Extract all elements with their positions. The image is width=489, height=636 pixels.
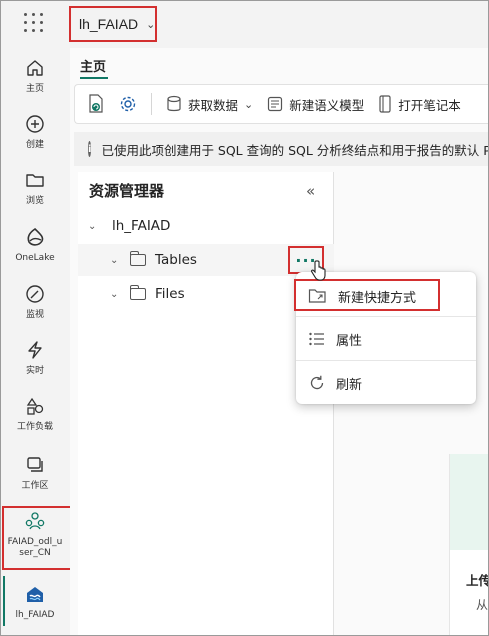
- folder-icon: [129, 251, 146, 266]
- menu-item-properties[interactable]: 属性: [296, 321, 476, 357]
- rail-label: 实时: [25, 366, 44, 376]
- new-semantic-model-label: 新建语义模型: [289, 97, 365, 113]
- workspaces-icon: [23, 453, 47, 477]
- workspace-selector[interactable]: lh_FAIAD ⌄: [69, 6, 157, 42]
- info-icon: i: [88, 141, 92, 157]
- highlight-box: [294, 279, 440, 311]
- create-icon: [23, 112, 47, 136]
- collapse-pane-icon[interactable]: «: [306, 182, 315, 200]
- chevron-down-icon: ⌄: [110, 254, 119, 266]
- chevron-down-icon: ⌄: [146, 17, 156, 31]
- menu-item-label: 刷新: [336, 377, 363, 393]
- rail-item-lakehouse[interactable]: lh_FAIAD: [0, 582, 70, 621]
- menu-divider: [296, 360, 476, 361]
- rail-item-monitor[interactable]: 监视: [0, 282, 70, 321]
- chevron-down-icon: ⌄: [244, 97, 254, 111]
- hand-cursor-icon: [311, 260, 326, 281]
- highlight-box: [2, 506, 76, 570]
- monitor-icon: [23, 282, 47, 306]
- settings-button[interactable]: [119, 95, 137, 113]
- card-title: 上传: [466, 573, 489, 588]
- rail-label: 创建: [25, 140, 44, 150]
- rail-item-home[interactable]: 主页: [0, 56, 70, 95]
- tree-item-label: Tables: [155, 252, 197, 268]
- card-banner: [450, 454, 489, 550]
- rail-label: OneLake: [15, 253, 55, 263]
- toolbar-divider: [151, 93, 152, 115]
- refresh-lakehouse-button[interactable]: [87, 94, 105, 114]
- tree-item-tables[interactable]: ⌄ Tables ···: [78, 244, 334, 276]
- chevron-down-icon: ⌄: [88, 220, 97, 232]
- rail-label: 主页: [25, 84, 44, 94]
- properties-icon: [309, 332, 324, 346]
- menu-item-refresh[interactable]: 刷新: [296, 365, 476, 401]
- chevron-down-icon: ⌄: [110, 288, 119, 300]
- rail-label: 工作区: [21, 481, 49, 491]
- tab-underline: [80, 77, 108, 79]
- database-icon: [167, 95, 181, 112]
- rail-label: lh_FAIAD: [15, 610, 55, 620]
- content-area: [335, 172, 489, 636]
- gear-icon: [120, 96, 136, 112]
- explorer-title: 资源管理器: [89, 182, 165, 200]
- menu-divider: [296, 316, 476, 317]
- rail-item-onelake[interactable]: OneLake: [0, 225, 70, 264]
- home-icon: [23, 56, 47, 80]
- rail-item-browse[interactable]: 浏览: [0, 168, 70, 207]
- lakehouse-icon: [23, 582, 47, 606]
- active-indicator: [3, 576, 5, 626]
- folder-icon: [129, 285, 146, 300]
- info-banner: i 已使用此项创建用于 SQL 查询的 SQL 分析终结点和用于报告的默认 Po: [74, 132, 489, 166]
- rail-item-create[interactable]: 创建: [0, 112, 70, 151]
- semantic-model-icon: [268, 96, 283, 112]
- ribbon-toolbar: 获取数据 ⌄ 新建语义模型 打开笔记本: [74, 84, 489, 124]
- get-data-label: 获取数据: [188, 97, 239, 113]
- workspace-name: lh_FAIAD: [79, 16, 139, 32]
- explorer-pane: 资源管理器 « ⌄ lh_FAIAD ⌄ Tables ··· ⌄ Files: [78, 172, 334, 636]
- info-banner-text: 已使用此项创建用于 SQL 查询的 SQL 分析终结点和用于报告的默认 Po: [101, 142, 489, 158]
- top-bar: lh_FAIAD ⌄: [0, 0, 489, 48]
- new-semantic-model-button[interactable]: 新建语义模型: [267, 95, 364, 114]
- tab-home[interactable]: 主页: [80, 56, 106, 75]
- card-subtitle: 从: [476, 598, 489, 612]
- app-launcher-icon[interactable]: [24, 13, 44, 33]
- document-refresh-icon: [89, 94, 103, 113]
- menu-item-label: 属性: [336, 333, 363, 349]
- onelake-icon: [23, 225, 47, 249]
- browse-icon: [23, 168, 47, 192]
- tree-root-item[interactable]: ⌄ lh_FAIAD: [78, 210, 334, 242]
- workloads-icon: [23, 394, 47, 418]
- tree-item-label: Files: [155, 286, 185, 302]
- rail-label: 监视: [25, 310, 44, 320]
- refresh-icon: [310, 375, 324, 390]
- left-nav-rail: 主页 创建 浏览 OneLake 监视 实时 工作负载 工作区 FAIAD_od…: [0, 48, 76, 636]
- rail-item-workspaces[interactable]: 工作区: [0, 453, 70, 492]
- rail-label: 浏览: [25, 196, 44, 206]
- notebook-icon: [379, 95, 391, 113]
- rail-item-realtime[interactable]: 实时: [0, 338, 70, 377]
- realtime-icon: [23, 338, 47, 362]
- rail-item-workloads[interactable]: 工作负载: [0, 394, 70, 433]
- tree-root-label: lh_FAIAD: [112, 218, 171, 234]
- open-notebook-button[interactable]: 打开笔记本: [378, 95, 461, 114]
- get-data-button[interactable]: 获取数据 ⌄: [166, 95, 253, 114]
- rail-label: 工作负载: [16, 422, 53, 432]
- open-notebook-label: 打开笔记本: [398, 97, 461, 113]
